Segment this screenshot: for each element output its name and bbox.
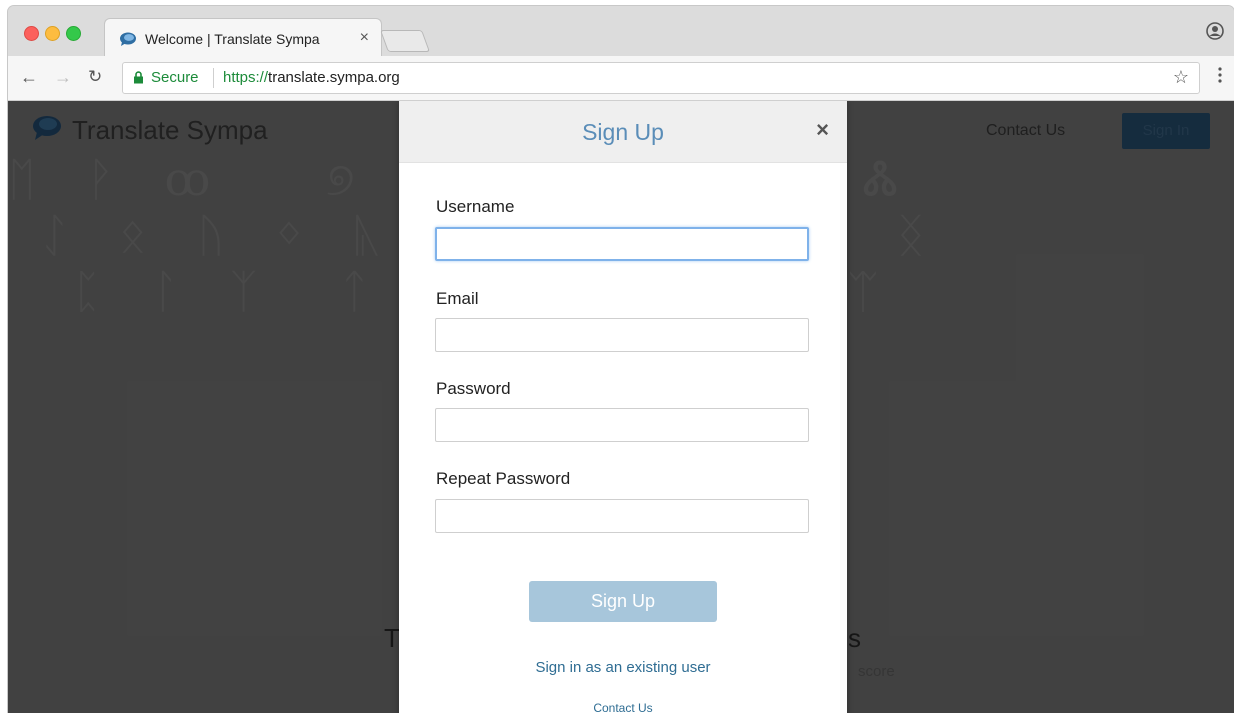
- more-vertical-icon[interactable]: [1218, 66, 1222, 84]
- lock-icon: [134, 71, 143, 84]
- back-arrow-icon[interactable]: ←: [20, 67, 38, 88]
- address-divider: [213, 68, 214, 88]
- secure-label: Secure: [151, 69, 199, 86]
- email-label: Email: [436, 289, 479, 308]
- sign-up-button[interactable]: Sign Up: [529, 581, 717, 622]
- username-field[interactable]: [435, 227, 809, 261]
- browser-toolbar: ← → ↻ Secure https://translate.sympa.org…: [8, 56, 1234, 101]
- tab-close-icon[interactable]: ×: [360, 29, 369, 47]
- new-tab-button[interactable]: [379, 30, 431, 52]
- password-field[interactable]: [435, 408, 809, 442]
- close-icon[interactable]: ×: [816, 117, 829, 143]
- profile-icon[interactable]: [1206, 22, 1224, 40]
- username-label: Username: [436, 197, 515, 216]
- email-field[interactable]: [435, 318, 809, 352]
- sign-up-modal: Sign Up × Username Email Password Repeat…: [399, 101, 847, 713]
- repeat-password-field[interactable]: [435, 499, 809, 533]
- modal-title: Sign Up: [582, 119, 664, 145]
- page-content: ᛖ ᚹ ꝏ ୭ ሀ ᚡ ᎣᎢ ᒥ Ꮬ ᛇ ᛟ ᚢ ᛜ ᚣ ᛞ Ꭾ ᏑᏀ Ꮓ ᛝ …: [8, 101, 1234, 713]
- maximize-window-button[interactable]: [66, 26, 81, 41]
- url-scheme: https://: [223, 69, 269, 86]
- repeat-password-label: Repeat Password: [436, 469, 571, 488]
- password-label: Password: [436, 379, 511, 398]
- forward-arrow-icon[interactable]: →: [54, 67, 72, 88]
- tab-title: Welcome | Translate Sympa: [145, 31, 320, 47]
- star-icon[interactable]: ☆: [1173, 67, 1189, 88]
- sign-in-existing-user-link[interactable]: Sign in as an existing user: [399, 659, 847, 676]
- speech-bubble-icon: [120, 32, 136, 46]
- close-window-button[interactable]: [24, 26, 39, 41]
- browser-window: Welcome | Translate Sympa × ← → ↻ Secure…: [8, 6, 1234, 713]
- address-bar[interactable]: Secure https://translate.sympa.org ☆: [122, 62, 1200, 94]
- browser-tab-active[interactable]: Welcome | Translate Sympa ×: [104, 18, 382, 57]
- url-text: https://translate.sympa.org: [223, 69, 400, 86]
- tab-bar: Welcome | Translate Sympa ×: [8, 6, 1234, 57]
- reload-icon[interactable]: ↻: [88, 67, 102, 87]
- modal-contact-link[interactable]: Contact Us: [399, 701, 847, 713]
- minimize-window-button[interactable]: [45, 26, 60, 41]
- modal-header: Sign Up ×: [399, 101, 847, 163]
- url-host: translate.sympa.org: [268, 69, 400, 86]
